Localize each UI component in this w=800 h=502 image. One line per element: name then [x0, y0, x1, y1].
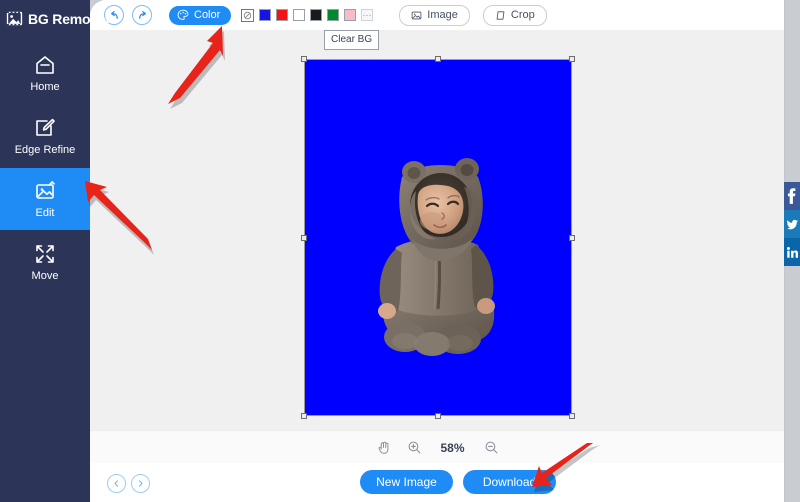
image-button[interactable]: Image — [399, 4, 470, 26]
palette-icon — [177, 9, 189, 20]
new-image-button[interactable]: New Image — [360, 470, 453, 494]
resize-handle-middle-left[interactable] — [301, 234, 307, 241]
crop-icon — [496, 10, 505, 20]
more-dots-icon: ⋯ — [362, 10, 373, 20]
bottom-action-bar: New Image Download — [90, 463, 784, 502]
sidebar-item-label: Edit — [35, 207, 55, 219]
redo-button[interactable] — [132, 5, 152, 25]
background-color-swatches: ⋯ — [241, 8, 374, 22]
resize-handle-bottom-left[interactable] — [301, 413, 307, 419]
swatch-white[interactable] — [293, 9, 306, 21]
swatch-black[interactable] — [310, 9, 323, 21]
previous-image-button[interactable] — [107, 474, 126, 493]
app-brand: BG Remover — [6, 10, 111, 27]
app-title: BG Remover — [28, 10, 111, 27]
edit-image-icon — [36, 181, 55, 199]
twitter-icon — [787, 219, 798, 229]
swatch-red[interactable] — [276, 9, 289, 21]
sidebar-item-edge-refine[interactable]: Edge Refine — [0, 105, 90, 167]
zoom-level-label: 58% — [440, 440, 465, 455]
hand-icon[interactable] — [376, 440, 391, 455]
main-panel: Color ⋯ Image Crop Clear BG 58% New Imag… — [90, 0, 784, 502]
swatch-pink[interactable] — [344, 9, 357, 21]
tooltip-clear-bg: Clear BG — [324, 30, 380, 50]
sidebar-item-edit[interactable]: Edit — [0, 168, 90, 230]
sidebar-item-label: Move — [31, 270, 59, 282]
sidebar-item-label: Edge Refine — [14, 144, 76, 156]
linkedin-icon — [787, 246, 798, 258]
facebook-icon — [787, 188, 796, 204]
sidebar: BG Remover Home Edge Refine Edit Move — [0, 0, 111, 502]
resize-handle-bottom-right[interactable] — [569, 413, 575, 419]
sidebar-item-move[interactable]: Move — [0, 231, 90, 293]
download-button[interactable]: Download — [463, 470, 556, 494]
image-icon — [411, 11, 422, 19]
redo-arrow-icon — [138, 10, 146, 19]
share-twitter-button[interactable] — [784, 210, 800, 238]
chevron-right-icon — [139, 480, 143, 487]
share-linkedin-button[interactable] — [784, 238, 800, 266]
sidebar-item-label: Home — [30, 81, 60, 93]
zoom-out-icon[interactable] — [484, 440, 499, 455]
canvas-workspace[interactable] — [90, 30, 784, 430]
resize-handle-bottom-center[interactable] — [435, 413, 441, 419]
chevron-left-icon — [114, 480, 118, 487]
tooltip-text: Clear BG — [331, 34, 373, 45]
swatch-blue[interactable] — [259, 9, 272, 21]
zoom-toolbar: 58% — [90, 430, 784, 464]
editor-toolbar: Color ⋯ Image Crop — [90, 0, 784, 31]
crop-button-label: Crop — [510, 9, 535, 21]
resize-handle-middle-right[interactable] — [569, 234, 575, 241]
more-colors-button[interactable]: ⋯ — [361, 9, 374, 21]
resize-handle-top-left[interactable] — [301, 56, 307, 62]
resize-handle-top-right[interactable] — [569, 56, 575, 62]
no-fill-icon — [244, 11, 252, 19]
social-share-rail — [784, 182, 800, 266]
color-tab-label: Color — [194, 9, 221, 21]
share-facebook-button[interactable] — [784, 182, 800, 210]
move-icon — [36, 245, 54, 263]
crop-button[interactable]: Crop — [482, 4, 547, 26]
home-icon — [36, 56, 54, 74]
baby-bear-onesie-illustration — [378, 158, 495, 356]
edge-refine-icon — [36, 118, 55, 136]
image-mountain-icon — [6, 11, 23, 26]
sidebar-item-home[interactable]: Home — [0, 42, 90, 104]
image-canvas[interactable] — [301, 56, 575, 419]
resize-handle-top-center[interactable] — [435, 56, 441, 62]
image-button-label: Image — [427, 9, 458, 21]
swatch-clear-bg[interactable] — [241, 8, 255, 22]
bg-remover-app-window: BG Remover Home Edge Refine Edit Move Co… — [0, 0, 800, 502]
color-tab-button[interactable]: Color — [169, 5, 232, 25]
next-image-button[interactable] — [131, 474, 150, 493]
subject-image-baby-bear-onesie[interactable] — [372, 143, 500, 361]
swatch-green[interactable] — [327, 9, 340, 21]
zoom-in-icon[interactable] — [407, 440, 422, 455]
